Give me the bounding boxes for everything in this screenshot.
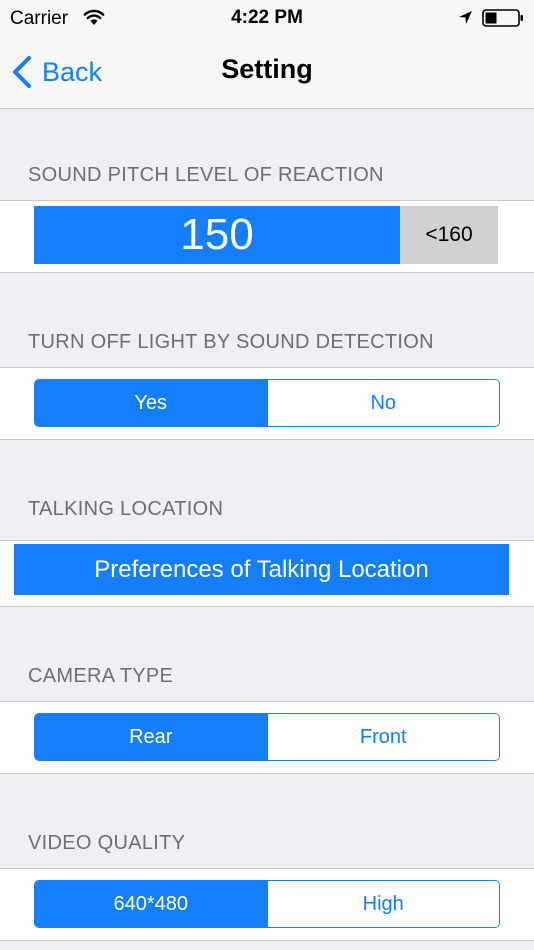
section-header-pitch: SOUND PITCH LEVEL OF REACTION [28,164,384,186]
navigation-bar: Back Setting [0,40,534,109]
camera-type-cell: Rear Front [0,701,534,774]
segment-high[interactable]: High [266,881,499,927]
section-header-turn-off-light: TURN OFF LIGHT BY SOUND DETECTION [28,331,434,353]
video-quality-cell: 640*480 High [0,868,534,941]
pitch-level-limit: <160 [425,223,473,246]
talking-location-cell: Preferences of Talking Location [0,540,534,607]
section-header-talking-location: TALKING LOCATION [28,498,224,520]
segment-no[interactable]: No [266,380,499,426]
turn-off-light-segmented-control: Yes No [34,379,500,427]
settings-screen: Carrier 4:22 PM Back Setting SOUND PITCH… [0,0,534,950]
pitch-level-slider[interactable]: 150 <160 [34,206,498,264]
status-time: 4:22 PM [231,7,303,28]
location-arrow-icon [459,11,472,24]
preferences-talking-location-button[interactable]: Preferences of Talking Location [14,544,509,595]
segment-yes[interactable]: Yes [35,380,267,426]
pitch-cell: 150 <160 [0,200,534,273]
status-bar: Carrier 4:22 PM [0,0,534,40]
turn-off-light-cell: Yes No [0,367,534,440]
page-title: Setting [221,54,313,84]
battery-icon [482,9,523,27]
camera-type-segmented-control: Rear Front [34,713,500,761]
segment-640x480[interactable]: 640*480 [35,881,267,927]
segment-front[interactable]: Front [266,714,499,760]
video-quality-segmented-control: 640*480 High [34,880,500,928]
section-header-camera-type: CAMERA TYPE [28,665,174,687]
pitch-level-value: 150 [180,210,254,259]
section-header-video-quality: VIDEO QUALITY [28,832,186,854]
segment-rear[interactable]: Rear [35,714,267,760]
